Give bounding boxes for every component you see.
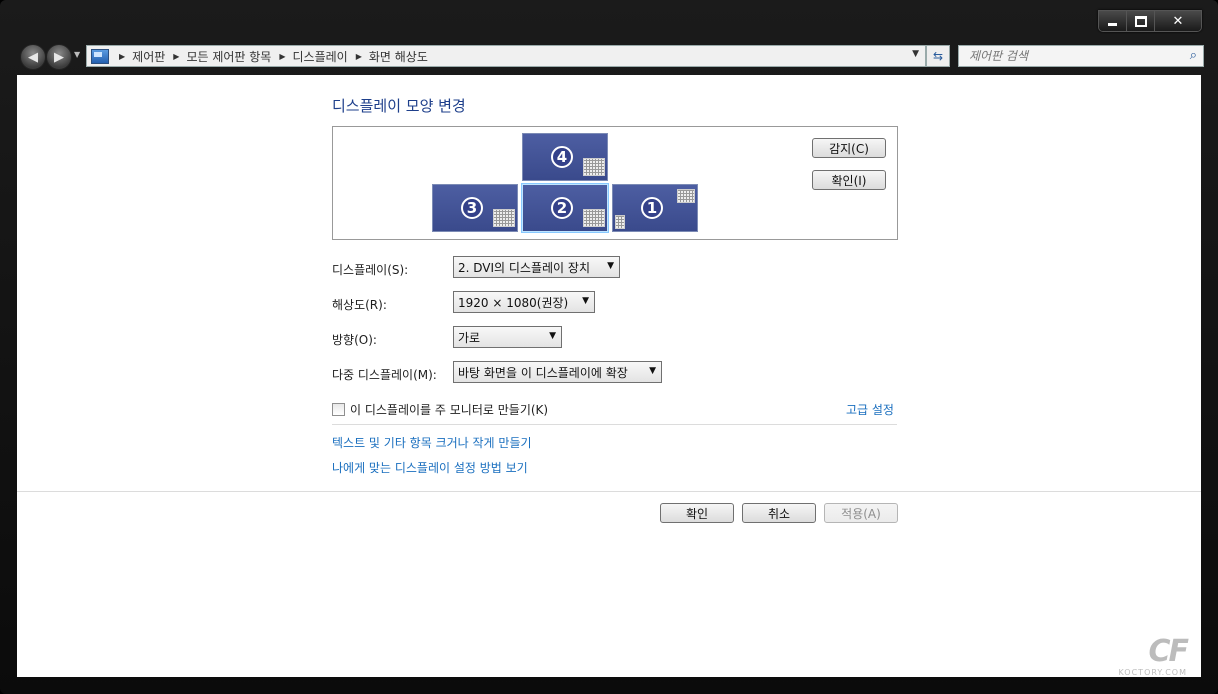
minimize-button[interactable] <box>1099 11 1127 31</box>
monitor-arrangement: 4 3 2 1 감지(C) 확인(I) <box>332 126 898 240</box>
resolution-label: 해상도(R): <box>332 298 387 312</box>
footer-divider <box>17 491 1201 492</box>
advanced-settings-link[interactable]: 고급 설정 <box>846 401 894 418</box>
maximize-button[interactable] <box>1127 11 1155 31</box>
maximize-icon <box>1134 15 1147 27</box>
back-button[interactable]: ◀ <box>20 44 46 70</box>
monitor-3[interactable]: 3 <box>432 184 518 232</box>
chevron-down-icon: ▼ <box>582 296 589 306</box>
cancel-button[interactable]: 취소 <box>742 503 816 523</box>
window-frame: ✕ ◀ ▶ ▼ ▶ 제어판 ▶ 모든 제어판 항목 ▶ 디스플레이 ▶ 화면 해… <box>0 0 1218 694</box>
address-bar[interactable]: ▶ 제어판 ▶ 모든 제어판 항목 ▶ 디스플레이 ▶ 화면 해상도 ▼ <box>86 45 926 67</box>
page-title: 디스플레이 모양 변경 <box>332 97 466 115</box>
multiple-displays-label: 다중 디스플레이(M): <box>332 368 437 382</box>
apply-button[interactable]: 적용(A) <box>824 503 898 523</box>
back-arrow-icon: ◀ <box>28 49 38 65</box>
forward-button[interactable]: ▶ <box>46 44 72 70</box>
chevron-down-icon: ▼ <box>549 331 556 341</box>
identify-button[interactable]: 확인(I) <box>812 170 886 190</box>
multiple-displays-value: 바탕 화면을 이 디스플레이에 확장 <box>458 365 628 380</box>
close-button[interactable]: ✕ <box>1155 11 1201 31</box>
monitor-1[interactable]: 1 <box>612 184 698 232</box>
divider <box>332 424 897 425</box>
recent-pages-dropdown-icon[interactable]: ▼ <box>74 50 80 59</box>
taskbar-grid-icon <box>677 189 695 203</box>
resolution-value: 1920 × 1080(권장) <box>458 295 569 310</box>
display-value: 2. DVI의 디스플레이 장치 <box>458 260 590 275</box>
minimize-icon <box>1108 22 1117 26</box>
watermark-text: KOCTORY.COM <box>1118 668 1187 677</box>
display-help-link[interactable]: 나에게 맞는 디스플레이 설정 방법 보기 <box>332 459 528 476</box>
content-area: 디스플레이 모양 변경 4 3 2 1 감지(C) 확인(I) 디스플레이(S)… <box>17 75 1201 677</box>
breadcrumb-all-items[interactable]: 모든 제어판 항목 <box>186 48 271 65</box>
watermark-logo: CF <box>1148 634 1188 669</box>
chevron-right-icon[interactable]: ▶ <box>119 52 125 61</box>
taskbar-grid-icon <box>615 215 625 229</box>
orientation-select[interactable]: 가로 ▼ <box>453 326 562 348</box>
detect-button[interactable]: 감지(C) <box>812 138 886 158</box>
ok-button[interactable]: 확인 <box>660 503 734 523</box>
search-box[interactable]: ⌕ <box>958 45 1204 67</box>
chevron-right-icon[interactable]: ▶ <box>173 52 179 61</box>
monitor-2[interactable]: 2 <box>522 184 608 232</box>
orientation-label: 방향(O): <box>332 333 377 347</box>
multiple-displays-select[interactable]: 바탕 화면을 이 디스플레이에 확장 ▼ <box>453 361 662 383</box>
forward-arrow-icon: ▶ <box>54 49 64 65</box>
monitor-number: 3 <box>461 197 483 219</box>
orientation-value: 가로 <box>458 330 481 345</box>
control-panel-icon <box>91 48 109 64</box>
refresh-button[interactable]: ⇆ <box>926 45 950 67</box>
taskbar-grid-icon <box>583 209 605 227</box>
taskbar-grid-icon <box>493 209 515 227</box>
refresh-icon: ⇆ <box>932 49 944 63</box>
close-icon: ✕ <box>1172 13 1184 29</box>
monitor-number: 1 <box>641 197 663 219</box>
chevron-right-icon[interactable]: ▶ <box>279 52 285 61</box>
breadcrumb-control-panel[interactable]: 제어판 <box>132 48 165 65</box>
monitor-number: 4 <box>551 146 573 168</box>
monitor-4[interactable]: 4 <box>522 133 608 181</box>
breadcrumb-display[interactable]: 디스플레이 <box>293 48 348 65</box>
resolution-select[interactable]: 1920 × 1080(권장) ▼ <box>453 291 595 313</box>
search-icon[interactable]: ⌕ <box>1190 48 1197 63</box>
breadcrumb-screen-resolution[interactable]: 화면 해상도 <box>369 48 428 65</box>
chevron-down-icon: ▼ <box>607 261 614 271</box>
address-dropdown-icon[interactable]: ▼ <box>912 49 919 59</box>
taskbar-grid-icon <box>583 158 605 176</box>
display-select[interactable]: 2. DVI의 디스플레이 장치 ▼ <box>453 256 620 278</box>
text-size-link[interactable]: 텍스트 및 기타 항목 크거나 작게 만들기 <box>332 434 532 451</box>
make-main-display-label[interactable]: 이 디스플레이를 주 모니터로 만들기(K) <box>350 401 548 418</box>
navigation-bar: ◀ ▶ ▼ ▶ 제어판 ▶ 모든 제어판 항목 ▶ 디스플레이 ▶ 화면 해상도… <box>18 42 1204 70</box>
display-label: 디스플레이(S): <box>332 263 409 277</box>
chevron-right-icon[interactable]: ▶ <box>356 52 362 61</box>
monitor-number: 2 <box>551 197 573 219</box>
make-main-display-row[interactable]: 이 디스플레이를 주 모니터로 만들기(K) <box>332 401 548 418</box>
caption-buttons: ✕ <box>1098 10 1202 32</box>
make-main-display-checkbox[interactable] <box>332 403 345 416</box>
chevron-down-icon: ▼ <box>649 366 656 376</box>
search-input[interactable] <box>967 48 1181 64</box>
